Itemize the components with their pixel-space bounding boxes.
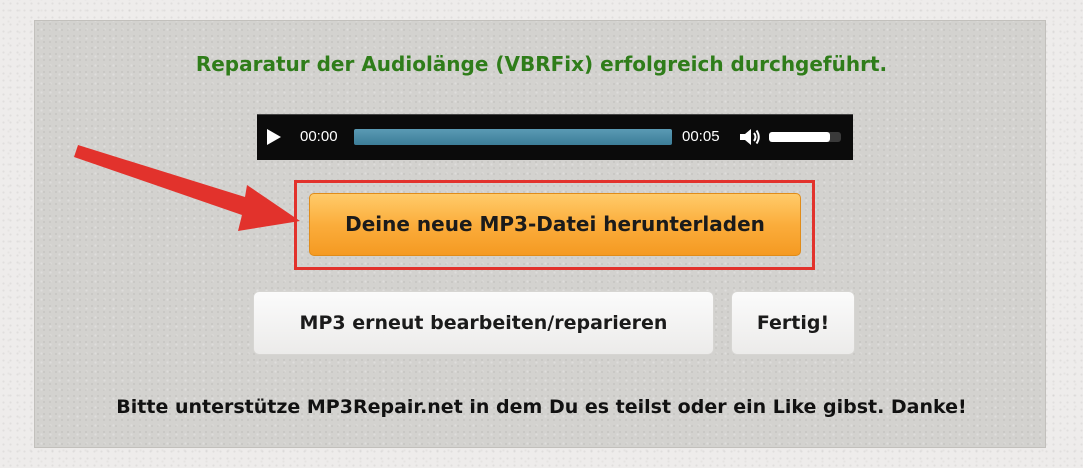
success-message: Reparatur der Audiolänge (VBRFix) erfolg… <box>195 52 888 76</box>
total-time: 00:05 <box>682 128 720 145</box>
volume-slider[interactable] <box>769 132 841 142</box>
audio-player: 00:00 00:05 <box>257 114 853 160</box>
progress-loaded <box>354 129 672 145</box>
red-arrow-icon <box>74 145 300 231</box>
download-mp3-button[interactable]: Deine neue MP3-Datei herunterladen <box>309 193 801 256</box>
speaker-icon[interactable] <box>738 127 762 147</box>
edit-again-button[interactable]: MP3 erneut bearbeiten/reparieren <box>253 291 714 355</box>
volume-level <box>769 132 831 142</box>
share-note: Bitte unterstütze MP3Repair.net in dem D… <box>116 396 967 418</box>
progress-bar[interactable] <box>354 129 672 145</box>
done-button[interactable]: Fertig! <box>731 291 855 355</box>
